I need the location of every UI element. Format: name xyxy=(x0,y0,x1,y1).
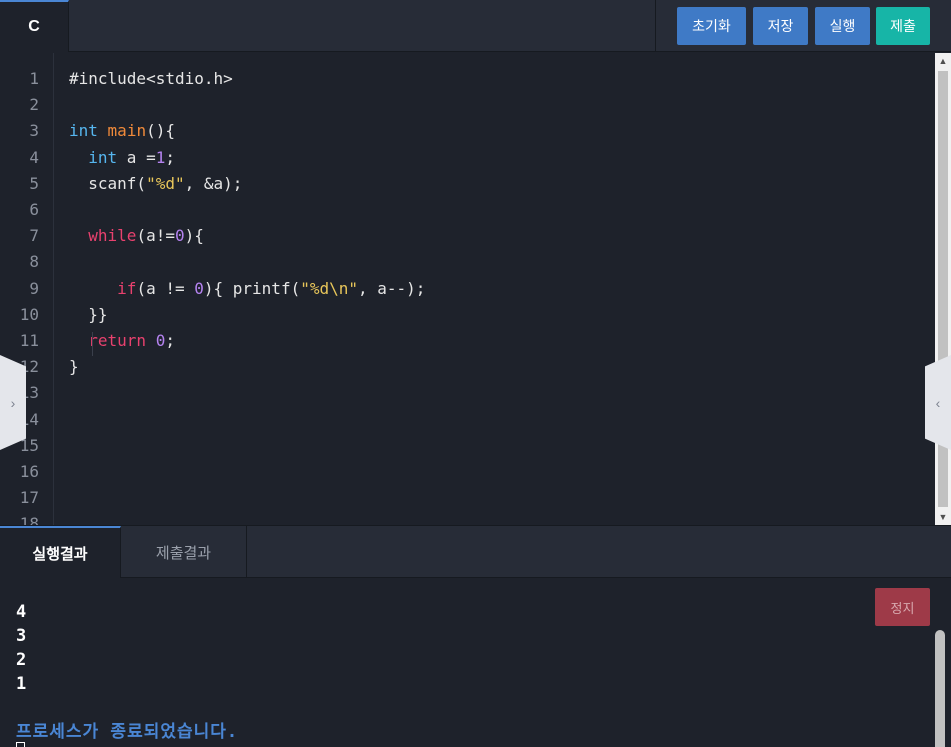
scroll-down-icon[interactable]: ▼ xyxy=(935,509,951,525)
chevron-right-icon: › xyxy=(10,394,16,411)
code-line[interactable]: } xyxy=(69,354,79,380)
editor-toolbar: C 초기화 저장 실행 제출 xyxy=(0,0,951,52)
line-number: 3 xyxy=(29,121,39,141)
line-number: 9 xyxy=(29,278,39,298)
left-panel-toggle[interactable]: › xyxy=(0,355,26,450)
line-number: 10 xyxy=(19,304,39,324)
code-line[interactable]: int a =1; xyxy=(69,145,175,171)
line-number: 2 xyxy=(29,95,39,115)
output-line: 3 xyxy=(16,626,27,646)
line-number: 16 xyxy=(19,462,39,481)
code-line[interactable]: if(a != 0){ printf("%d\n", a--); xyxy=(69,276,425,302)
code-line[interactable]: while(a!=0){ xyxy=(69,223,204,249)
scroll-up-icon[interactable]: ▲ xyxy=(935,53,951,69)
output-line: 4 xyxy=(16,602,27,622)
line-number: 5 xyxy=(29,173,39,193)
code-line[interactable]: return 0; xyxy=(69,328,175,354)
output-scrollbar[interactable] xyxy=(935,630,945,747)
right-panel-toggle[interactable]: ‹ xyxy=(925,355,951,450)
line-number: 17 xyxy=(19,488,39,508)
code-line[interactable]: #include<stdio.h> xyxy=(69,66,233,92)
line-number: 4 xyxy=(29,147,39,167)
run-button[interactable]: 실행 xyxy=(815,7,870,45)
indent-guide xyxy=(92,332,93,356)
code-line[interactable]: scanf("%d", &a); xyxy=(69,171,242,197)
language-tab[interactable]: C xyxy=(0,0,69,52)
stop-button[interactable]: 정지 xyxy=(875,588,930,626)
line-number-gutter: 1 2 3 4 5 6 7 8 9 10 11 12 13 14 15 16 17 18 xyxy=(0,53,54,525)
result-tabs: 실행결과 제출결과 xyxy=(0,525,951,578)
tab-submit-result[interactable]: 제출결과 xyxy=(121,526,247,578)
line-number: 1 xyxy=(29,69,39,88)
reset-button[interactable]: 초기화 xyxy=(677,7,746,45)
submit-button[interactable]: 제출 xyxy=(876,7,930,45)
output-line: 2 xyxy=(16,650,27,670)
process-finished-message: 프로세스가 종료되었습니다. xyxy=(16,722,239,742)
editor-scrollbar[interactable]: ▲ ▼ xyxy=(935,53,951,525)
code-line[interactable]: int main(){ xyxy=(69,118,175,144)
tab-run-result[interactable]: 실행결과 xyxy=(0,526,121,578)
line-number: 6 xyxy=(29,200,39,219)
output-console: 4 3 2 1 프로세스가 종료되었습니다. 정지 xyxy=(0,578,951,747)
line-number: 7 xyxy=(29,226,39,246)
chevron-left-icon: ‹ xyxy=(935,394,941,411)
line-number: 18 xyxy=(19,514,39,525)
line-number: 11 xyxy=(19,331,39,350)
line-number: 8 xyxy=(29,252,39,272)
code-line[interactable]: }} xyxy=(69,302,107,328)
action-button-group: 초기화 저장 실행 제출 xyxy=(655,0,951,52)
output-line: 1 xyxy=(16,674,27,694)
console-cursor xyxy=(16,742,25,747)
code-editor[interactable]: 1 2 3 4 5 6 7 8 9 10 11 12 13 14 15 16 17 18 #include<std… xyxy=(0,53,951,525)
save-button[interactable]: 저장 xyxy=(753,7,808,45)
